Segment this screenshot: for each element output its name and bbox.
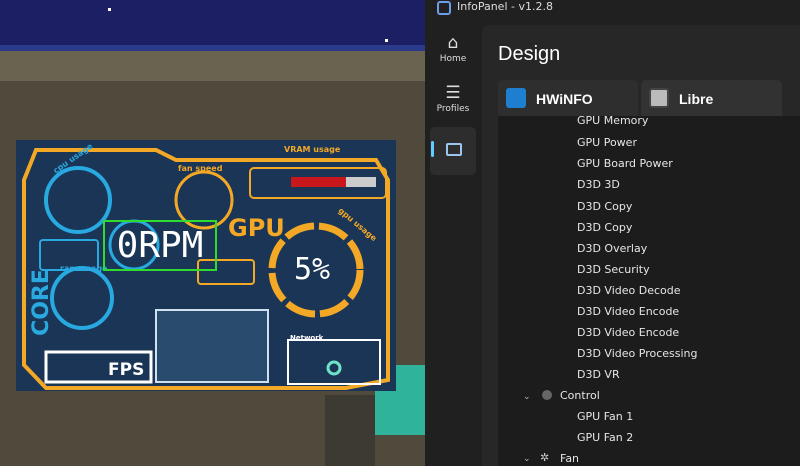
- tree-item[interactable]: GPU Memory: [577, 116, 648, 127]
- chevron-down-icon[interactable]: ⌄: [523, 454, 531, 464]
- window-title: InfoPanel - v1.2.8: [457, 0, 553, 13]
- tree-item[interactable]: GPU Board Power: [577, 157, 673, 170]
- vram-label: VRAM usage: [284, 145, 341, 154]
- gpu-usage-value: 5%: [294, 252, 331, 287]
- infopanel-window: InfoPanel - v1.2.8 ⌂ Home ☰ Profiles Des…: [425, 0, 800, 466]
- sensor-tree: GPU Memory GPU Power GPU Board Power D3D…: [498, 116, 800, 466]
- tree-item[interactable]: D3D VR: [577, 368, 620, 381]
- tree-item[interactable]: D3D Security: [577, 263, 650, 276]
- tree-item[interactable]: D3D Overlay: [577, 242, 647, 255]
- tree-item[interactable]: D3D 3D: [577, 178, 620, 191]
- nav-profiles[interactable]: ☰ Profiles: [430, 82, 476, 114]
- tree-item[interactable]: D3D Copy: [577, 221, 632, 234]
- fan-icon: ✲: [540, 451, 550, 464]
- network-label: Network: [290, 334, 324, 342]
- tree-item[interactable]: GPU Power: [577, 136, 637, 149]
- nav-home[interactable]: ⌂ Home: [430, 32, 476, 64]
- tree-item[interactable]: GPU Fan 2: [577, 431, 633, 444]
- nav-design[interactable]: [430, 127, 476, 175]
- gpu-label: GPU: [228, 214, 285, 242]
- chevron-down-icon[interactable]: ⌄: [523, 392, 531, 402]
- hwinfo-icon: [506, 88, 526, 108]
- fps-label: FPS: [108, 360, 145, 380]
- home-icon: ⌂: [447, 33, 459, 53]
- fan-speed-label: fan speed: [178, 164, 223, 173]
- tree-item[interactable]: GPU Fan 1: [577, 410, 633, 423]
- tree-item[interactable]: D3D Video Processing: [577, 347, 698, 360]
- core-label: CORE: [28, 269, 54, 336]
- sky: [0, 0, 425, 45]
- tab-hwinfo[interactable]: HWiNFO: [498, 80, 638, 116]
- page-title: Design: [498, 43, 561, 65]
- tree-group-control[interactable]: Control: [560, 389, 600, 402]
- control-knob-icon: [542, 390, 552, 400]
- tree-item[interactable]: D3D Video Encode: [577, 305, 679, 318]
- menu-icon: ☰: [445, 83, 461, 103]
- vram-bar-fill: [291, 177, 346, 187]
- fan-rpm-value[interactable]: 0RPM: [103, 220, 217, 271]
- ram-usage-label: ram usage: [60, 264, 108, 273]
- title-bar: InfoPanel - v1.2.8: [425, 0, 800, 25]
- tree-item[interactable]: D3D Video Encode: [577, 326, 679, 339]
- design-page: Design HWiNFO Libre GPU Memory GPU Power…: [482, 25, 800, 466]
- chip-icon: [649, 88, 669, 108]
- tab-libre[interactable]: Libre: [641, 80, 782, 116]
- tree-item[interactable]: D3D Copy: [577, 200, 632, 213]
- design-icon: [446, 143, 462, 156]
- tree-item[interactable]: D3D Video Decode: [577, 284, 681, 297]
- tree-group-fan[interactable]: Fan: [560, 452, 579, 465]
- game-background: cpu usage fan speed ram usage gpu usage …: [0, 0, 425, 466]
- app-logo-icon: [437, 1, 451, 15]
